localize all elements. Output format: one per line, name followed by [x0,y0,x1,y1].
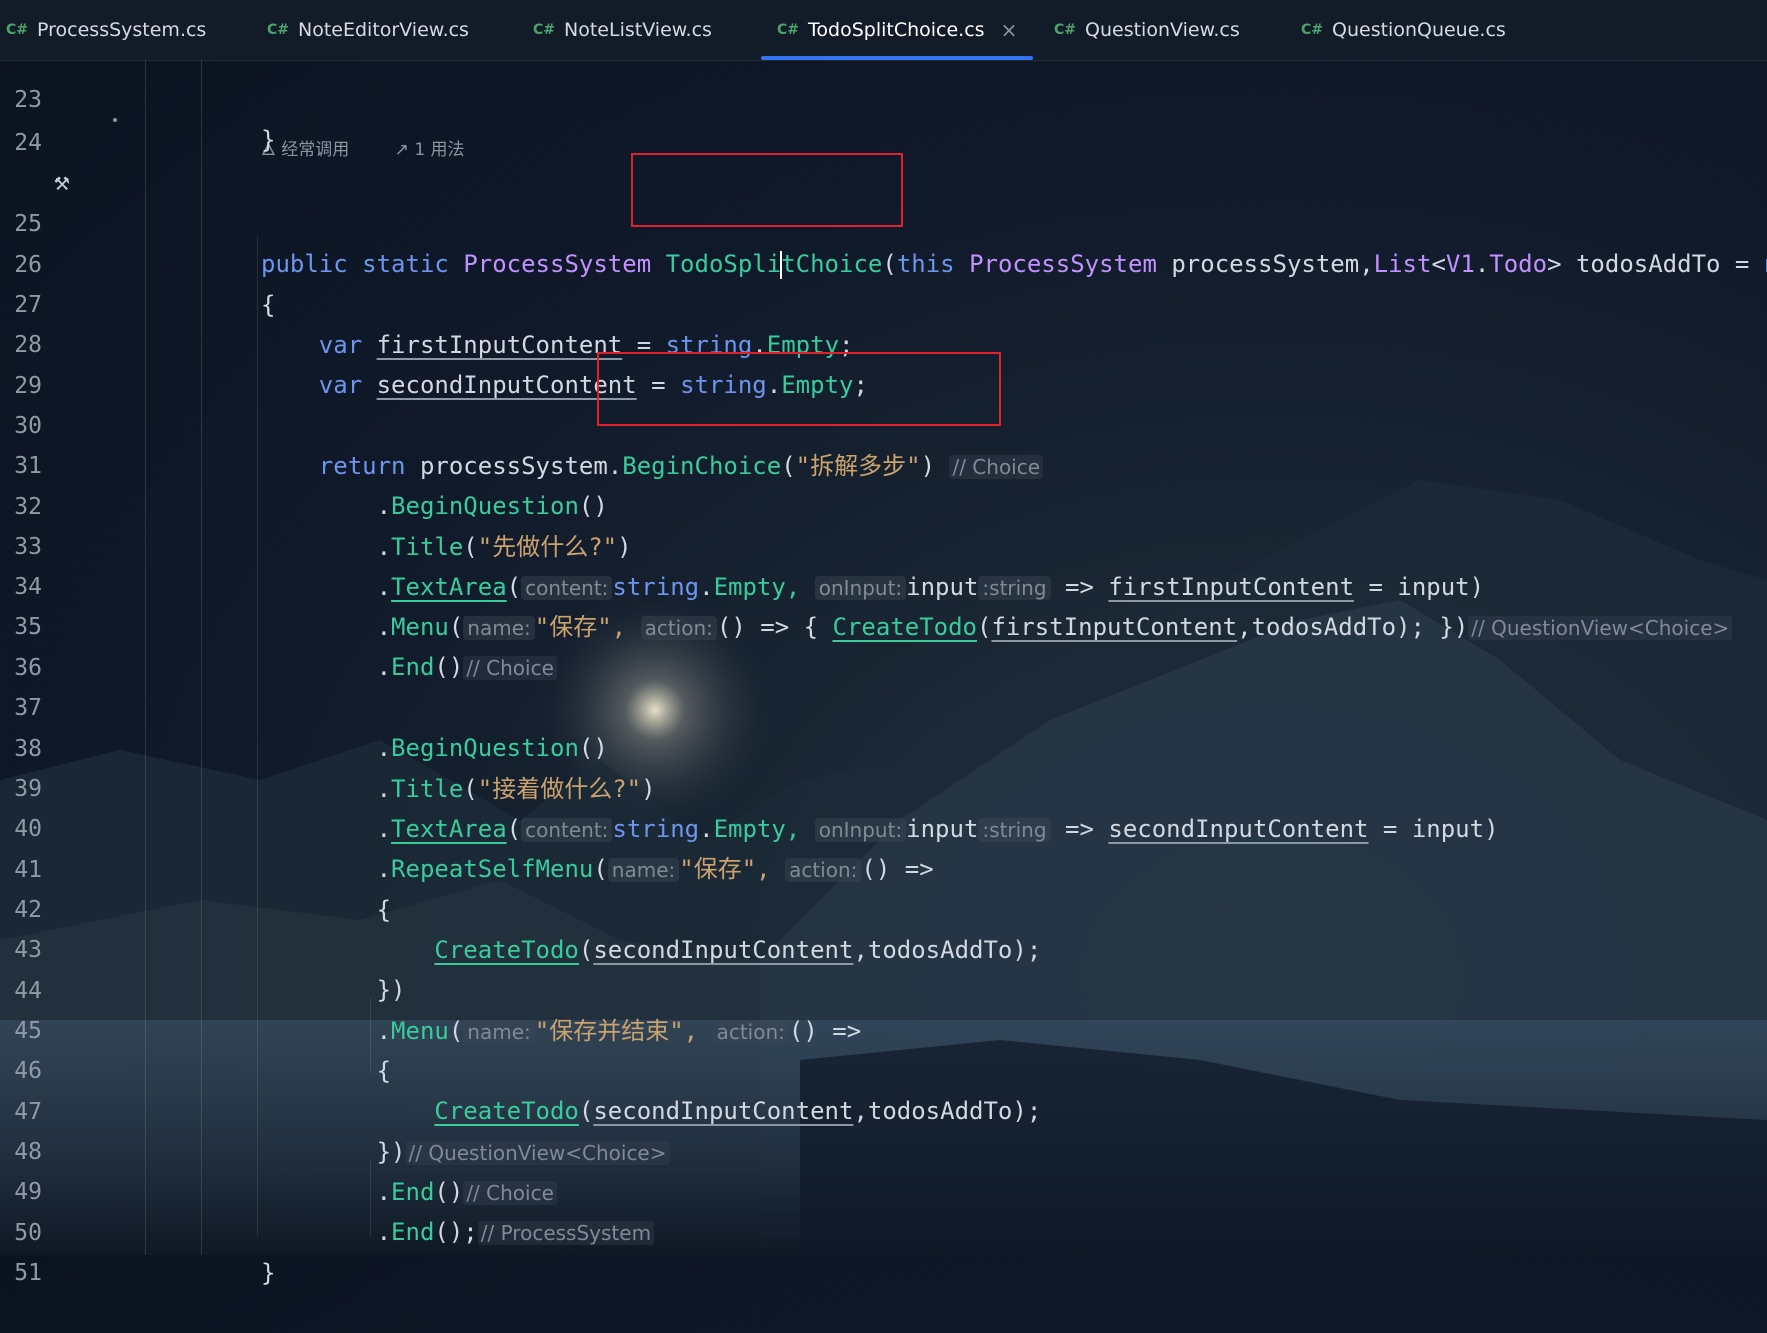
code-line: 24 [0,83,1767,156]
code-line: 50 } [0,1173,1767,1287]
code-line: 36 [0,608,1767,681]
code-line: 39 .TextArea(content: string.Empty, onInp… [0,729,1767,843]
csharp-file-icon: C# [1301,22,1324,38]
code-line: 47 })// QuestionView<Choice> [0,1052,1767,1166]
csharp-file-icon: C# [267,22,290,38]
line-number: 51 [14,1260,42,1286]
code-line: 49 .End();// ProcessSystem [0,1132,1767,1246]
tab-label: QuestionQueue.cs [1332,19,1506,41]
code-line: 34 .Menu(name: "保存", action:() => { Creat… [0,527,1767,641]
code-line: 48 .End()// Choice [0,1092,1767,1206]
code-line: 44 .Menu(name: "保存并结束", action:() => [0,931,1767,1045]
csharp-file-icon: C# [6,22,29,38]
csharp-file-icon: C# [777,22,800,38]
code-line: 43 }) [0,890,1767,1004]
code-line: 51 [0,1213,1767,1286]
code-line: 37 .BeginQuestion() [0,648,1767,762]
code-line: 35 .End()// Choice [0,567,1767,681]
code-lens[interactable]: 🜂 经常调用 ↗ 1 用法 [261,130,505,160]
annotation-box [597,352,1001,426]
code-line: 27 var firstInputContent = string.Empty; [0,245,1767,359]
code-line: 41 { [0,810,1767,924]
code-line: 28 var secondInputContent = string.Empty… [0,285,1767,399]
code-line: 42 CreateTodo(secondInputContent,todosAd… [0,850,1767,964]
close-icon[interactable]: × [1001,18,1018,42]
annotation-box [631,153,903,227]
code-line: 46 CreateTodo(secondInputContent,todosAd… [0,1011,1767,1125]
line-number: 24 [14,130,42,156]
code-line: 23 } [0,40,1767,154]
tab-label: NoteEditorView.cs [298,19,469,41]
code-line: 33 .TextArea(content: string.Empty, onInp… [0,487,1767,601]
usages-link[interactable]: ↗ 1 用法 [395,140,485,160]
tab-label: QuestionView.cs [1085,19,1240,41]
code-line: 40 .RepeatSelfMenu(name: "保存", action:() … [0,769,1767,883]
code-line: 38 .Title("接着做什么?") [0,689,1767,803]
csharp-file-icon: C# [1054,22,1077,38]
code-line: 32 .Title("先做什么?") [0,447,1767,561]
csharp-file-icon: C# [533,22,556,38]
tab-label: ProcessSystem.cs [37,19,207,41]
code-editor[interactable]: 🜂 经常调用 ↗ 1 用法 ⚒ 23 } 24 25 public static… [0,60,1767,1287]
code-line: 45 { [0,971,1767,1085]
tab-label: NoteListView.cs [564,19,712,41]
usage-frequency-hint[interactable]: 🜂 经常调用 [261,140,369,160]
tab-label: TodoSplitChoice.cs [808,19,985,41]
